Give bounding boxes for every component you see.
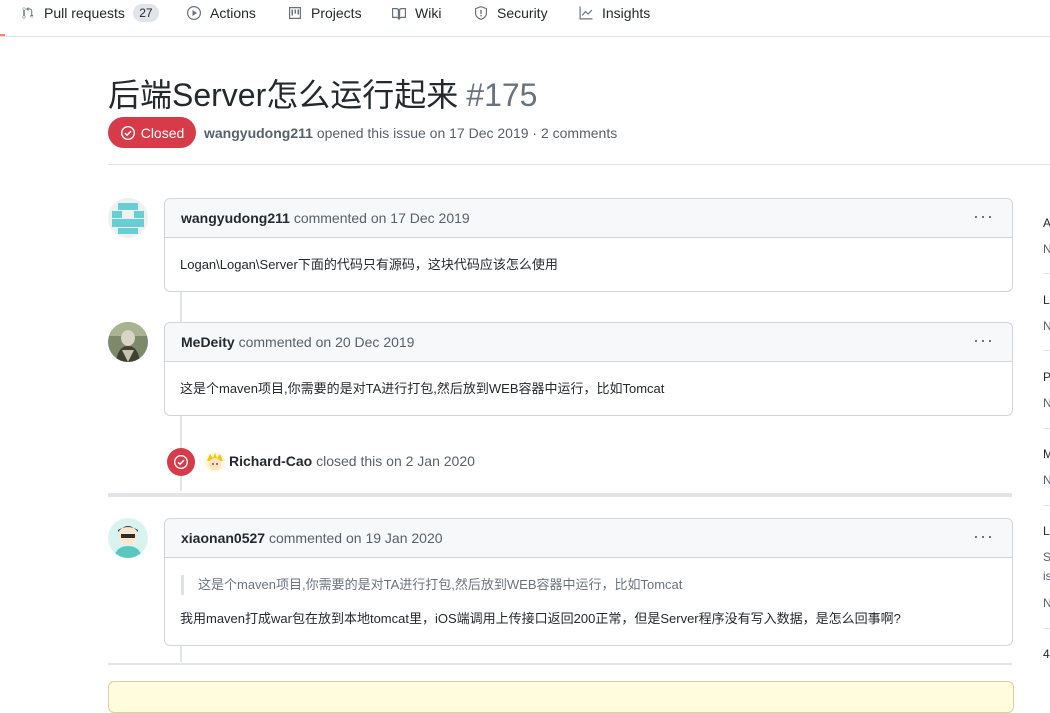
comment-timestamp[interactable]: commented on 17 Dec 2019 bbox=[294, 210, 470, 226]
comment-timestamp[interactable]: commented on 20 Dec 2019 bbox=[239, 334, 415, 350]
sidebar-heading[interactable]: P bbox=[1043, 370, 1050, 384]
timeline-line bbox=[180, 646, 182, 662]
avatar[interactable] bbox=[108, 198, 148, 238]
project-icon bbox=[289, 7, 301, 19]
photo-avatar bbox=[108, 322, 148, 362]
active-tab-accent bbox=[0, 34, 5, 36]
closed-event-badge bbox=[167, 448, 195, 476]
event-actor-link[interactable]: Richard-Cao bbox=[229, 453, 312, 469]
issue-title-row: 后端Server怎么运行起来 #175 bbox=[108, 70, 537, 116]
timeline-line bbox=[180, 290, 182, 323]
comment-body: Logan\Logan\Server下面的代码只有源码，这块代码应该怎么使用 bbox=[180, 257, 558, 272]
tab-insights-label: Insights bbox=[602, 5, 651, 21]
closed-issue-icon bbox=[173, 454, 189, 470]
timeline-divider bbox=[108, 493, 1012, 497]
tab-security[interactable]: Security bbox=[473, 2, 548, 24]
comment-header: MeDeity commented on 20 Dec 2019 ··· bbox=[165, 323, 1012, 362]
issue-number: #175 bbox=[466, 77, 538, 113]
sidebar-divider bbox=[1043, 428, 1050, 429]
avatar[interactable] bbox=[108, 322, 148, 362]
comment-author-link[interactable]: MeDeity bbox=[181, 334, 235, 350]
closed-issue-icon bbox=[120, 125, 135, 140]
graph-icon bbox=[579, 6, 593, 20]
identicon-avatar bbox=[108, 198, 148, 238]
sidebar-heading[interactable]: L bbox=[1043, 524, 1050, 538]
tab-wiki[interactable]: Wiki bbox=[391, 2, 441, 24]
cartoon-avatar bbox=[108, 518, 148, 558]
kebab-menu-icon[interactable]: ··· bbox=[973, 331, 994, 349]
notice-box bbox=[108, 681, 1014, 713]
comment-body: 我用maven打成war包在放到本地tomcat里，iOS端调用上传接口返回20… bbox=[180, 611, 901, 626]
tab-pull-requests-label: Pull requests bbox=[44, 5, 125, 21]
kebab-menu-icon[interactable]: ··· bbox=[973, 207, 994, 225]
comment-card: wangyudong211 commented on 17 Dec 2019 ·… bbox=[164, 198, 1013, 292]
tab-actions-label: Actions bbox=[210, 5, 256, 21]
closed-event-text: Richard-Cao closed this on 2 Jan 2020 bbox=[229, 453, 475, 469]
sidebar-divider bbox=[1043, 350, 1050, 351]
comment-header: wangyudong211 commented on 17 Dec 2019 ·… bbox=[165, 199, 1012, 238]
quoted-reply: 这是个maven项目,你需要的是对TA进行打包,然后放到WEB容器中运行，比如T… bbox=[181, 575, 997, 595]
event-description: closed this on 2 Jan 2020 bbox=[316, 453, 475, 469]
header-divider bbox=[108, 164, 1050, 165]
sidebar-value: N bbox=[1043, 596, 1050, 610]
sidebar-value: N bbox=[1043, 396, 1050, 410]
issue-author-link[interactable]: wangyudong211 bbox=[204, 125, 313, 141]
tab-insights[interactable]: Insights bbox=[578, 2, 650, 24]
sidebar-value: S bbox=[1043, 550, 1050, 564]
book-icon bbox=[392, 7, 406, 20]
avatar[interactable] bbox=[205, 452, 225, 472]
sidebar-value: N bbox=[1043, 319, 1050, 333]
kebab-menu-icon[interactable]: ··· bbox=[973, 527, 994, 545]
pull-requests-count: 27 bbox=[132, 4, 159, 22]
tab-projects[interactable]: Projects bbox=[287, 2, 362, 24]
sidebar-divider bbox=[1043, 505, 1050, 506]
tab-pull-requests[interactable]: Pull requests 27 bbox=[20, 2, 159, 24]
sidebar-value: N bbox=[1043, 242, 1050, 256]
issue-meta: wangyudong211 opened this issue on 17 De… bbox=[204, 125, 617, 141]
comment-author-line: xiaonan0527 commented on 19 Jan 2020 bbox=[181, 530, 443, 546]
avatar[interactable] bbox=[108, 518, 148, 558]
repo-nav: Pull requests 27 Actions Projects Wiki S… bbox=[0, 0, 1050, 37]
comment-card: MeDeity commented on 20 Dec 2019 ··· 这是个… bbox=[164, 322, 1013, 416]
issue-state-label: Closed bbox=[140, 124, 185, 141]
cartoon-avatar bbox=[205, 452, 225, 472]
comment-author-link[interactable]: wangyudong211 bbox=[181, 210, 290, 226]
comment-body-container: 这是个maven项目,你需要的是对TA进行打包,然后放到WEB容器中运行，比如T… bbox=[165, 558, 1012, 645]
issue-opened-text: opened this issue on 17 Dec 2019 · 2 com… bbox=[316, 125, 618, 141]
tab-actions[interactable]: Actions bbox=[186, 2, 256, 24]
comment-author-line: wangyudong211 commented on 17 Dec 2019 bbox=[181, 210, 470, 226]
tab-security-label: Security bbox=[497, 5, 548, 21]
comment-timestamp[interactable]: commented on 19 Jan 2020 bbox=[269, 530, 443, 546]
tab-wiki-label: Wiki bbox=[415, 5, 442, 21]
comment-author-link[interactable]: xiaonan0527 bbox=[181, 530, 265, 546]
comment-card: xiaonan0527 commented on 19 Jan 2020 ···… bbox=[164, 518, 1013, 646]
git-pull-request-icon bbox=[22, 7, 34, 19]
comment-header: xiaonan0527 commented on 19 Jan 2020 ··· bbox=[165, 519, 1012, 558]
sidebar-heading[interactable]: 4 bbox=[1043, 647, 1050, 661]
sidebar-divider bbox=[1043, 628, 1050, 629]
sidebar-heading[interactable]: M bbox=[1043, 447, 1050, 461]
timeline-divider bbox=[108, 663, 1012, 665]
sidebar-heading[interactable]: L bbox=[1043, 293, 1050, 307]
comment-author-line: MeDeity commented on 20 Dec 2019 bbox=[181, 334, 414, 350]
play-icon bbox=[187, 6, 201, 20]
issue-title: 后端Server怎么运行起来 bbox=[108, 77, 459, 113]
issue-state-badge: Closed bbox=[108, 117, 196, 148]
comment-body: 这是个maven项目,你需要的是对TA进行打包,然后放到WEB容器中运行，比如T… bbox=[180, 381, 665, 396]
sidebar-heading[interactable]: A bbox=[1043, 216, 1050, 230]
sidebar-value: is bbox=[1043, 569, 1050, 583]
shield-icon bbox=[475, 6, 487, 20]
sidebar-divider bbox=[1043, 273, 1050, 274]
tab-projects-label: Projects bbox=[311, 5, 362, 21]
sidebar-value: N bbox=[1043, 473, 1050, 487]
